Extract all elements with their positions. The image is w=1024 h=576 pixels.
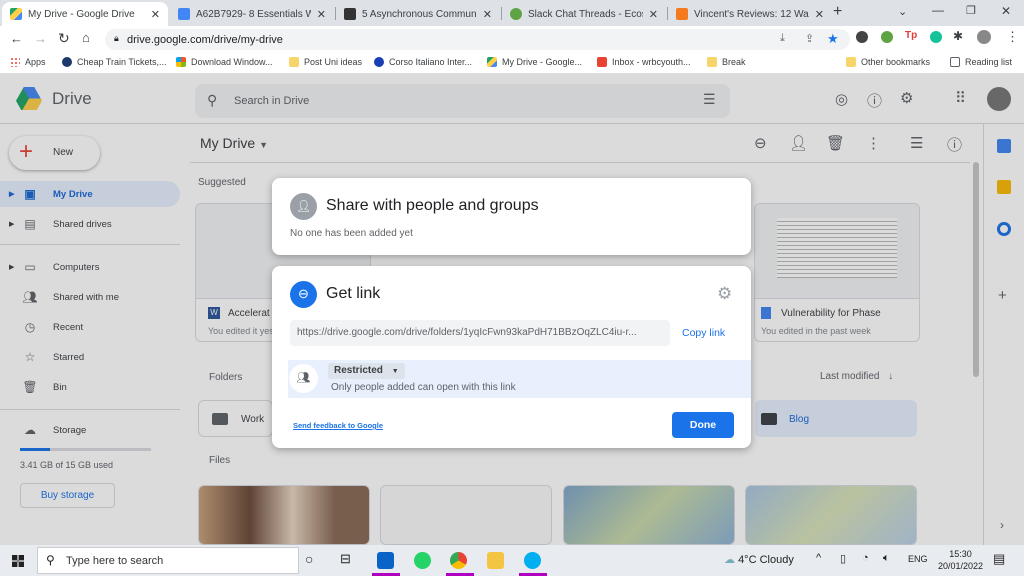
back-icon[interactable]: ← [10,31,23,46]
cloud-icon: ☁︎ [724,554,735,566]
address-bar[interactable]: 🔒︎ drive.google.com/drive/my-drive ⤓ ⇪ ★ [105,29,850,50]
share-people-panel: 👤︎ Share with people and groups No one h… [272,178,751,255]
bookmark-star-icon[interactable]: ★ [827,31,839,47]
close-tab-icon[interactable]: ✕ [649,8,658,21]
reload-icon[interactable]: ↻ [58,30,70,47]
device-icon[interactable]: ▯ [840,552,846,565]
tab-search-icon[interactable]: ⌄ [898,5,907,18]
caret-down-icon: ▼ [391,368,399,375]
show-hidden-icons[interactable]: ^ [816,552,821,564]
skype-icon[interactable] [524,552,541,569]
minimize-button[interactable]: — [932,3,944,17]
bookmark-item[interactable]: Cheap Train Tickets,... [62,57,167,67]
volume-icon[interactable]: 🔈︎ [883,552,890,565]
bookmark-item[interactable]: My Drive - Google... [487,57,582,67]
link-icon: ⊖ [290,281,317,308]
reading-list[interactable]: Reading list [950,57,1012,67]
tab-docs[interactable]: A62B7929- 8 Essentials Ways✕ [170,2,334,26]
cortana-icon[interactable]: ○ [305,551,313,567]
bookmark-folder[interactable]: Post Uni ideas [289,57,362,67]
ecosia-favicon-icon [510,8,522,20]
bookmark-item[interactable]: Inbox - wrbcyouth... [597,57,691,67]
profile-avatar[interactable] [977,30,991,44]
chrome-icon[interactable] [450,552,467,569]
bookmark-apps[interactable]: Apps [10,57,46,67]
close-tab-icon[interactable]: ✕ [151,8,160,21]
close-tab-icon[interactable]: ✕ [483,8,492,21]
wifi-icon[interactable]: ◔ [862,552,869,564]
docs-favicon-icon [178,8,190,20]
done-button[interactable]: Done [672,412,734,438]
forward-icon[interactable]: → [34,31,47,46]
drive-favicon-icon [10,8,22,20]
restore-button[interactable]: ❐ [966,4,976,17]
tab-my-drive[interactable]: My Drive - Google Drive ✕ [2,2,168,26]
bookmark-folder[interactable]: Break [707,57,746,67]
menu-kebab-icon[interactable]: ⋮ [1006,29,1019,45]
tab-vincent[interactable]: Vincent's Reviews: 12 Ways t✕ [668,2,832,26]
taskbar: ⚲ Type here to search ○ ⊟ ☁︎ 4°C Cloudy … [0,545,1024,576]
notifications-icon[interactable]: ▤ [993,551,1005,567]
bookmark-item[interactable]: Download Window... [176,57,273,67]
close-window-button[interactable]: ✕ [1001,4,1011,18]
language-indicator[interactable]: ENG [908,554,928,564]
send-feedback-link[interactable]: Send feedback to Google [293,421,383,430]
taskbar-search-input[interactable]: ⚲ Type here to search [37,547,299,574]
tp-extension-icon[interactable]: Tp [905,30,917,41]
extension-icon[interactable] [881,31,893,43]
close-tab-icon[interactable]: ✕ [815,8,824,21]
access-dropdown[interactable]: Restricted ▼ [328,363,405,379]
lock-icon: 🔒︎ [114,33,119,43]
share-icon[interactable]: ⇪ [805,32,814,45]
weather-widget[interactable]: ☁︎ 4°C Cloudy [724,553,794,566]
extensions-puzzle-icon[interactable]: ✱ [953,29,963,43]
add-person-icon: 👤︎ [290,193,317,220]
link-url-field[interactable]: https://drive.google.com/drive/folders/1… [290,320,670,346]
site-favicon-icon [344,8,356,20]
grammarly-extension-icon[interactable] [930,31,942,43]
bookmark-item[interactable]: Corso Italiano Inter... [374,57,472,67]
link-settings-gear-icon[interactable]: ⚙ [717,284,732,304]
blogger-favicon-icon [676,8,688,20]
tab-async[interactable]: 5 Asynchronous Communica ✕ [336,2,500,26]
clock[interactable]: 15:30 20/01/2022 [938,548,983,572]
home-icon[interactable]: ⌂ [82,30,90,45]
task-view-icon[interactable]: ⊟ [340,551,351,567]
copy-link-button[interactable]: Copy link [682,327,725,339]
close-tab-icon[interactable]: ✕ [317,8,326,21]
new-tab-button[interactable]: + [833,3,842,21]
pinterest-extension-icon[interactable] [856,31,868,43]
file-explorer-icon[interactable] [487,552,504,569]
install-icon[interactable]: ⤓ [780,32,785,45]
get-link-panel: ⊖ Get link ⚙ https://drive.google.com/dr… [272,266,751,448]
access-row: 👥︎ Restricted ▼ Only people added can op… [288,360,751,398]
tab-strip: My Drive - Google Drive ✕ A62B7929- 8 Ess… [0,0,1024,26]
other-bookmarks[interactable]: Other bookmarks [846,57,930,67]
mail-app-icon[interactable] [377,552,394,569]
tab-slack[interactable]: Slack Chat Threads - Ecosia ✕ [502,2,666,26]
bookmarks-bar: Apps Cheap Train Tickets,... Download Wi… [0,52,1024,74]
search-icon: ⚲ [46,553,55,567]
whatsapp-icon[interactable] [414,552,431,569]
windows-start-icon[interactable] [12,555,24,567]
people-icon: 👥︎ [289,364,318,393]
